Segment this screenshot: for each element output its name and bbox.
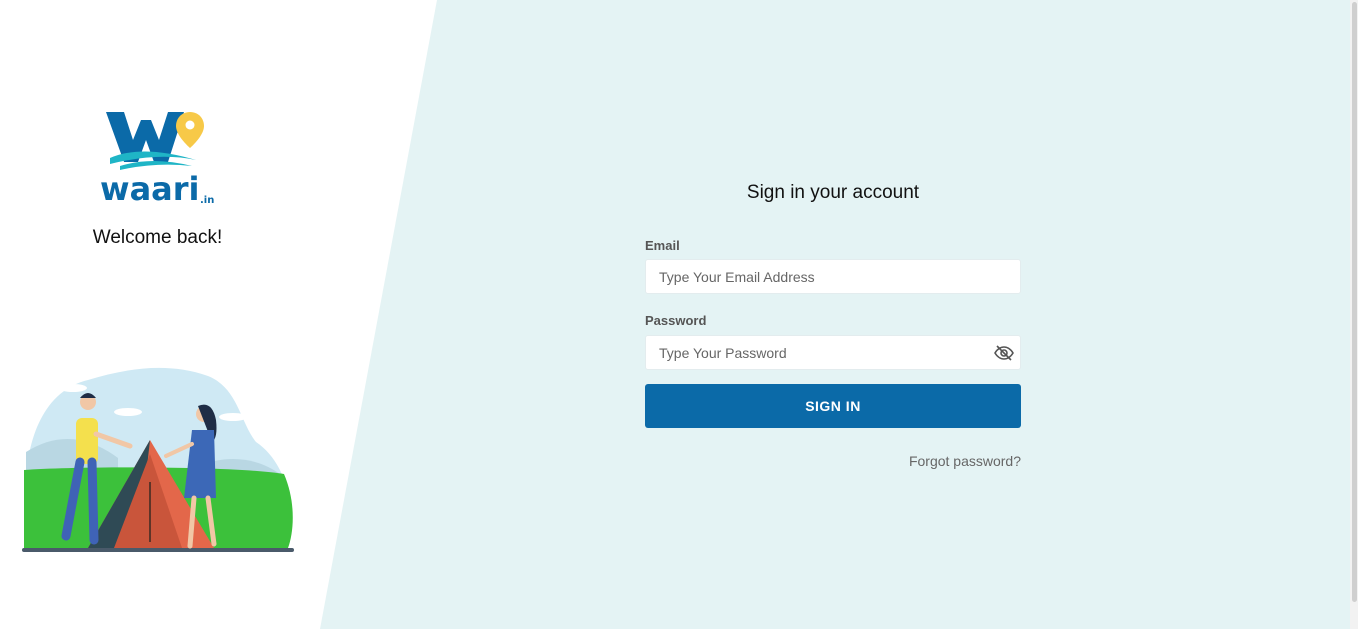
logo-graphic: waari .in bbox=[100, 112, 214, 208]
email-label: Email bbox=[645, 238, 680, 253]
logo-wordmark: waari bbox=[100, 170, 200, 208]
password-input[interactable] bbox=[646, 336, 979, 369]
signin-title: Sign in your account bbox=[746, 182, 920, 203]
forgot-password-link[interactable]: Forgot password? bbox=[880, 453, 1021, 469]
logo-suffix: .in bbox=[200, 195, 214, 206]
scrollbar[interactable] bbox=[1350, 0, 1358, 629]
brand-logo: waari .in bbox=[98, 106, 218, 210]
eye-slash-icon[interactable] bbox=[994, 345, 1014, 361]
scrollbar-thumb[interactable] bbox=[1352, 2, 1357, 602]
password-label: Password bbox=[645, 313, 707, 328]
camping-illustration bbox=[18, 362, 298, 557]
email-input[interactable] bbox=[646, 260, 979, 293]
password-field-wrapper[interactable] bbox=[645, 335, 1021, 370]
sign-in-button[interactable]: SIGN IN bbox=[645, 384, 1021, 428]
email-field-wrapper[interactable] bbox=[645, 259, 1021, 294]
welcome-text: Welcome back! bbox=[92, 227, 223, 248]
location-pin-icon bbox=[176, 112, 204, 148]
